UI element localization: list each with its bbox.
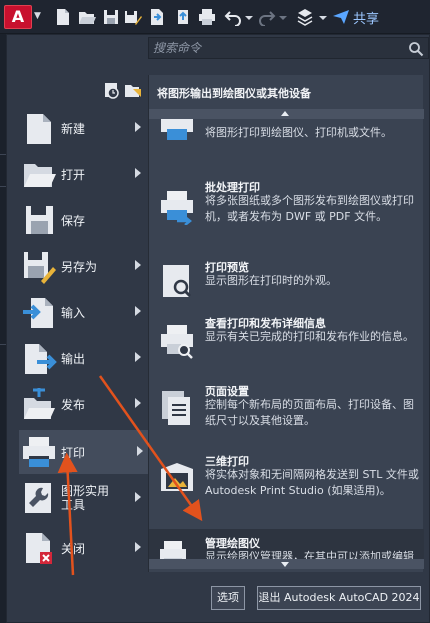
submenu-item-3d-print[interactable]: 三维打印 将实体对象和无间隔网格发送到 STL 文件或 Autodesk Pri… xyxy=(149,453,424,523)
quick-access-toolbar: A ▼ 共享 xyxy=(0,0,430,34)
application-menu-button[interactable]: A xyxy=(4,5,32,29)
menu-item-label: 输入 xyxy=(61,305,86,320)
menu-item-export[interactable]: 输出 xyxy=(19,336,147,380)
redo-dropdown-icon[interactable] xyxy=(278,8,288,26)
send-icon xyxy=(333,10,349,24)
submenu-item-manage-plotters[interactable]: 管理绘图仪 显示绘图仪管理器，在其中可以添加或编辑绘图仪配置。 xyxy=(149,529,424,559)
print-icon xyxy=(23,437,55,467)
plot-preview-icon xyxy=(163,265,192,298)
scroll-up-icon xyxy=(281,111,289,116)
search-icon[interactable] xyxy=(408,41,424,57)
export-icon[interactable] xyxy=(148,8,166,26)
submenu-arrow-icon xyxy=(135,168,141,178)
submenu-item-description: 将图形打印到绘图仪、打印机或文件。 xyxy=(205,126,392,139)
batch-plot-icon xyxy=(161,191,193,225)
save-icon xyxy=(26,206,53,234)
submenu-arrow-icon xyxy=(137,446,143,456)
import-icon xyxy=(23,298,53,328)
menu-item-publish[interactable]: 发布 xyxy=(19,382,147,426)
menu-item-close[interactable]: 关闭 xyxy=(19,526,147,570)
share-label: 共享 xyxy=(353,11,380,27)
redo-icon[interactable] xyxy=(258,8,276,26)
search-box xyxy=(148,37,429,59)
menu-item-drawing-utilities[interactable]: 图形实用 工具 xyxy=(19,476,147,520)
search-input[interactable] xyxy=(153,39,399,57)
submenu-title: 将图形输出到绘图仪或其他设备 xyxy=(157,87,311,100)
submenu-item-description: 控制每个新布局的页面布局、打印设备、图纸尺寸以及其他设置。 xyxy=(205,398,414,427)
menu-item-label: 输出 xyxy=(61,351,86,366)
submenu-item-description: 显示图形在打印时的外观。 xyxy=(205,274,337,287)
submenu-item-plot[interactable]: 将图形打印到绘图仪、打印机或文件。 xyxy=(149,119,424,153)
submenu-item-description: 将实体对象和无间隔网格发送到 STL 文件或 Autodesk Print St… xyxy=(205,468,419,497)
undo-icon[interactable] xyxy=(224,8,242,26)
scroll-up-button[interactable] xyxy=(149,109,424,119)
menu-item-label: 图形实用 工具 xyxy=(61,484,110,512)
submenu-item-page-setup[interactable]: 页面设置 控制每个新布局的页面布局、打印设备、图纸尺寸以及其他设置。 xyxy=(149,383,424,443)
save-as-icon xyxy=(24,252,56,284)
submenu-arrow-icon xyxy=(135,398,141,408)
menu-item-label: 保存 xyxy=(61,213,86,228)
menu-item-new[interactable]: 新建 xyxy=(19,106,147,150)
submenu-arrow-icon xyxy=(135,492,141,502)
save-as-icon[interactable] xyxy=(124,8,142,26)
menu-item-label: 另存为 xyxy=(61,259,98,274)
menu-item-save-as[interactable]: 另存为 xyxy=(19,244,147,288)
submenu-arrow-icon xyxy=(135,542,141,552)
menu-item-label: 新建 xyxy=(61,121,86,136)
plot-icon xyxy=(161,119,193,140)
submenu-item-description: 显示绘图仪管理器，在其中可以添加或编辑绘图仪配置。 xyxy=(205,550,414,559)
new-icon[interactable] xyxy=(54,8,72,26)
plot-icon[interactable] xyxy=(198,8,216,26)
submenu-arrow-icon xyxy=(135,122,141,132)
3d-print-icon xyxy=(161,463,193,491)
page-setup-icon xyxy=(162,391,190,425)
share-button[interactable]: 共享 xyxy=(333,8,380,27)
submenu-arrow-icon xyxy=(135,260,141,270)
exit-autocad-button[interactable]: 退出 Autodesk AutoCAD 2024 xyxy=(257,586,421,610)
application-menu: 新建 打开 保存 另存为 输入 输出 发布 打印 图形实用 工具 xyxy=(6,34,430,623)
scroll-down-icon xyxy=(281,562,289,567)
submenu-item-plot-details[interactable]: 查看打印和发布详细信息 显示有关已完成的打印和发布作业的信息。 xyxy=(149,315,424,375)
menu-item-label: 打印 xyxy=(61,445,86,460)
customize-dropdown-icon[interactable] xyxy=(318,8,328,26)
cloud-upload-icon[interactable] xyxy=(174,8,192,26)
submenu-arrow-icon xyxy=(135,306,141,316)
menu-item-import[interactable]: 输入 xyxy=(19,290,147,334)
submenu-item-description: 将多张图纸或多个图形发布到绘图仪或打印机，或者发布为 DWF 或 PDF 文件。 xyxy=(205,194,414,223)
workspace-icon[interactable] xyxy=(296,8,314,26)
submenu-arrow-icon xyxy=(135,352,141,362)
save-icon[interactable] xyxy=(102,8,120,26)
open-icon[interactable] xyxy=(78,8,96,26)
options-button[interactable]: 选项 xyxy=(211,586,245,610)
close-doc-icon xyxy=(26,533,52,564)
wrench-icon xyxy=(25,483,51,513)
menu-item-save[interactable]: 保存 xyxy=(19,198,147,242)
plot-details-icon xyxy=(161,325,193,359)
manage-plotters-icon xyxy=(160,541,186,559)
menu-item-open[interactable]: 打开 xyxy=(19,152,147,196)
folder-open-icon xyxy=(24,164,56,187)
menu-item-label: 关闭 xyxy=(61,541,86,556)
submenu-list: 将图形打印到绘图仪、打印机或文件。 批处理打印 将多张图纸或多个图形发布到绘图仪… xyxy=(149,119,424,559)
menu-item-label: 打开 xyxy=(61,167,86,182)
scroll-down-button[interactable] xyxy=(149,559,424,569)
recent-documents-icon[interactable] xyxy=(103,79,143,99)
print-submenu-panel: 将图形输出到绘图仪或其他设备 将图形打印到绘图仪、打印机或文件。 批处理打印 将… xyxy=(148,75,424,572)
submenu-item-description: 显示有关已完成的打印和发布作业的信息。 xyxy=(205,330,414,343)
submenu-item-batch-plot[interactable]: 批处理打印 将多张图纸或多个图形发布到绘图仪或打印机，或者发布为 DWF 或 P… xyxy=(149,179,424,239)
menu-item-label: 发布 xyxy=(61,397,86,412)
menu-item-print[interactable]: 打印 xyxy=(19,430,149,474)
app-menu-dropdown-icon[interactable]: ▼ xyxy=(34,11,44,21)
export-icon xyxy=(25,344,57,374)
undo-dropdown-icon[interactable] xyxy=(244,8,254,26)
submenu-item-plot-preview[interactable]: 打印预览 显示图形在打印时的外观。 xyxy=(149,259,424,309)
new-doc-icon xyxy=(27,114,51,144)
publish-icon xyxy=(24,388,55,419)
